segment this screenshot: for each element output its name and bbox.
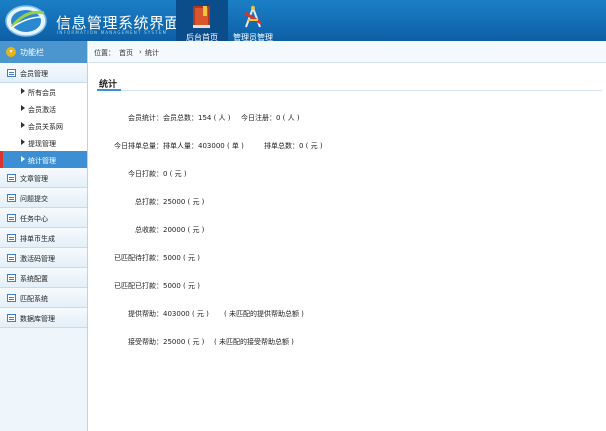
stat-row-total-received: 总收款： 20000 ( 元 ) [89, 225, 606, 237]
stat-value: 0 ( 元 ) [163, 170, 187, 178]
stat-row-matched-paid: 已匹配已打款： 5000 ( 元 ) [89, 281, 606, 293]
sidebar-item-label: 所有会员 [28, 89, 56, 97]
title-accent [97, 89, 121, 91]
stat-label: 接受帮助： [128, 338, 163, 346]
stat-value: 排单人量：403000 ( 单 ) [163, 142, 244, 150]
breadcrumb-current: 统计 [145, 49, 159, 57]
list-icon [7, 174, 16, 182]
sidebar-heading-label: 功能栏 [20, 48, 44, 57]
stat-label: 会员统计： [128, 114, 163, 122]
arrow-right-icon [21, 105, 25, 111]
stat-value: 5000 ( 元 ) [163, 282, 200, 290]
list-icon [7, 274, 16, 282]
sidebar-group-database[interactable]: 数据库管理 [0, 308, 87, 328]
stat-row-total-paid: 总打款： 25000 ( 元 ) [89, 197, 606, 209]
sidebar-item-all-members[interactable]: 所有会员 [0, 83, 87, 100]
stat-row-today-paid: 今日打款： 0 ( 元 ) [89, 169, 606, 181]
list-icon [7, 254, 16, 262]
stat-value: 25000 ( 元 ) [163, 198, 205, 206]
arrow-right-icon [21, 122, 25, 128]
stat-label: 总打款： [135, 198, 163, 206]
list-icon [7, 294, 16, 302]
stat-row-orders: 今日排单总量： 排单人量：403000 ( 单 ) 排单总数：0 ( 元 ) [89, 141, 606, 153]
sidebar-group-label: 会员管理 [20, 70, 48, 78]
list-icon [7, 214, 16, 222]
sidebar-group-coins[interactable]: 排单币生成 [0, 228, 87, 248]
stat-value: 25000 ( 元 ) [163, 338, 205, 346]
sidebar-group-label: 排单币生成 [20, 235, 55, 243]
sidebar-item-statistics[interactable]: 统计管理 [0, 151, 87, 168]
sidebar-item-label: 统计管理 [28, 157, 56, 165]
stat-label: 今日打款： [128, 170, 163, 178]
breadcrumb-home[interactable]: 首页 [119, 48, 133, 58]
sidebar-group-label: 任务中心 [20, 215, 48, 223]
arrow-right-icon [21, 156, 25, 162]
sidebar-group-label: 系统配置 [20, 275, 48, 283]
breadcrumb-prefix: 位置： [94, 49, 115, 57]
sidebar-group-label: 匹配系统 [20, 295, 48, 303]
sidebar-item-label: 提现管理 [28, 140, 56, 148]
breadcrumb-separator: › [139, 48, 142, 56]
nav-home[interactable]: 后台首页 [176, 0, 228, 42]
list-icon [7, 314, 16, 322]
sidebar-group-label: 问题提交 [20, 195, 48, 203]
top-header: 信息管理系统界面 INFORMATION MANAGEMENT SYSTEM 后… [0, 0, 606, 42]
sidebar-item-withdrawals[interactable]: 提现管理 [0, 134, 87, 151]
arrow-right-icon [21, 88, 25, 94]
list-icon [7, 194, 16, 202]
stat-label: 总收款： [135, 226, 163, 234]
list-icon [7, 234, 16, 242]
stat-value: 403000 ( 元 ) [163, 310, 209, 318]
breadcrumb: 位置： 首页 › 统计 [89, 41, 606, 63]
logo-icon [5, 5, 47, 37]
sidebar: ▾ 功能栏 会员管理 所有会员 会员激活 会员关系网 提现管理 统计管理 文章管… [0, 41, 88, 431]
stat-value: 20000 ( 元 ) [163, 226, 205, 234]
stat-extra: 今日注册：0 ( 人 ) [241, 114, 300, 122]
sidebar-group-matching[interactable]: 匹配系统 [0, 288, 87, 308]
sidebar-item-member-activation[interactable]: 会员激活 [0, 100, 87, 117]
book-icon [193, 6, 210, 28]
sidebar-item-member-network[interactable]: 会员关系网 [0, 117, 87, 134]
sidebar-group-questions[interactable]: 问题提交 [0, 188, 87, 208]
app-window: 信息管理系统界面 INFORMATION MANAGEMENT SYSTEM 后… [0, 0, 606, 431]
sidebar-group-label: 文章管理 [20, 175, 48, 183]
stat-extra: ( 未匹配的接受帮助总额 ) [214, 338, 294, 346]
stat-label: 已匹配已打款： [114, 282, 163, 290]
nav-admin[interactable]: 管理员管理 [227, 0, 279, 42]
sidebar-group-system-config[interactable]: 系统配置 [0, 268, 87, 288]
stat-row-members: 会员统计： 会员总数：154 ( 人 ) 今日注册：0 ( 人 ) [89, 113, 606, 125]
sidebar-group-label: 数据库管理 [20, 315, 55, 323]
sidebar-group-activation-codes[interactable]: 激活码管理 [0, 248, 87, 268]
sidebar-group-articles[interactable]: 文章管理 [0, 168, 87, 188]
stat-value: 会员总数：154 ( 人 ) [163, 114, 231, 122]
tools-icon [244, 5, 262, 28]
sidebar-group-tasks[interactable]: 任务中心 [0, 208, 87, 228]
sidebar-item-label: 会员激活 [28, 106, 56, 114]
main-content: 统计 会员统计： 会员总数：154 ( 人 ) 今日注册：0 ( 人 ) 今日排… [89, 64, 606, 431]
title-divider [97, 90, 602, 91]
arrow-right-icon [21, 139, 25, 145]
stat-value: 5000 ( 元 ) [163, 254, 200, 262]
stat-row-accept-help: 接受帮助： 25000 ( 元 ) ( 未匹配的接受帮助总额 ) [89, 337, 606, 349]
stat-row-provide-help: 提供帮助： 403000 ( 元 ) ( 未匹配的提供帮助总额 ) [89, 309, 606, 321]
stat-extra: ( 未匹配的提供帮助总额 ) [224, 310, 304, 318]
sidebar-group-label: 激活码管理 [20, 255, 55, 263]
sidebar-group-members[interactable]: 会员管理 [0, 63, 87, 83]
sidebar-heading: ▾ 功能栏 [0, 41, 87, 63]
list-icon [7, 69, 16, 77]
stat-label: 已匹配待打款： [114, 254, 163, 262]
stat-extra: 排单总数：0 ( 元 ) [264, 142, 323, 150]
stat-row-matched-pending: 已匹配待打款： 5000 ( 元 ) [89, 253, 606, 265]
stat-label: 今日排单总量： [114, 142, 163, 150]
app-subtitle: INFORMATION MANAGEMENT SYSTEM [57, 30, 168, 35]
stat-label: 提供帮助： [128, 310, 163, 318]
chevron-down-icon: ▾ [6, 47, 16, 57]
sidebar-item-label: 会员关系网 [28, 123, 63, 131]
